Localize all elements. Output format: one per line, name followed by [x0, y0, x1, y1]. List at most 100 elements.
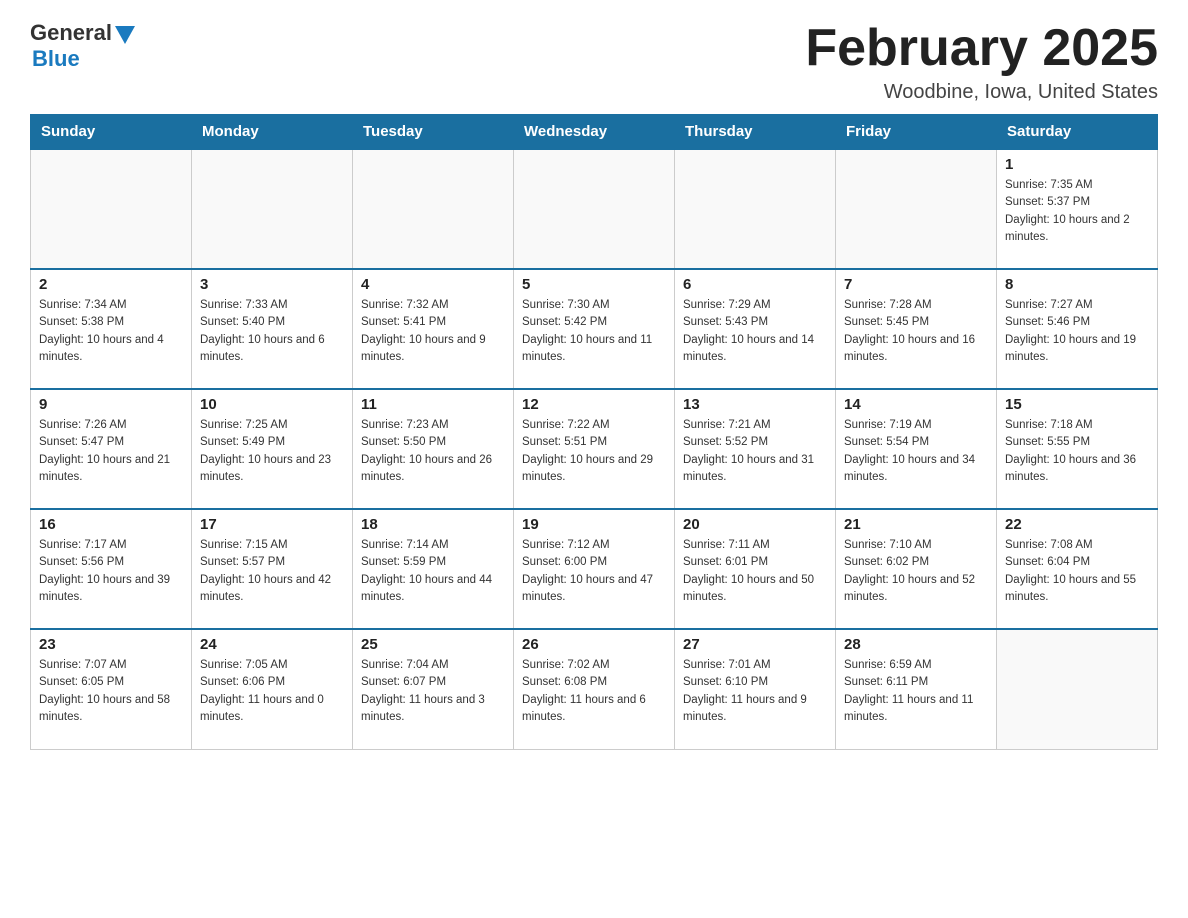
day-number: 5 [522, 276, 666, 293]
day-info: Sunrise: 7:21 AM Sunset: 5:52 PM Dayligh… [683, 417, 827, 486]
logo: General Blue [30, 20, 135, 72]
day-number: 20 [683, 516, 827, 533]
calendar-cell: 24Sunrise: 7:05 AM Sunset: 6:06 PM Dayli… [192, 629, 353, 749]
calendar-cell [997, 629, 1158, 749]
calendar-cell: 5 Sunrise: 7:30 AM Sunset: 5:42 PM Daylig… [514, 269, 675, 389]
day-info: Sunrise: 7:28 AM Sunset: 5:45 PM Dayligh… [844, 297, 988, 366]
calendar-cell [192, 149, 353, 269]
column-header-friday: Friday [836, 115, 997, 150]
calendar-cell: 12 Sunrise: 7:22 AM Sunset: 5:51 PM Dayli… [514, 389, 675, 509]
day-info: Sunrise: 7:29 AM Sunset: 5:43 PM Dayligh… [683, 297, 827, 366]
column-header-monday: Monday [192, 115, 353, 150]
day-info: Sunrise: 7:01 AM Sunset: 6:10 PM Dayligh… [683, 657, 827, 726]
day-number: 18 [361, 516, 505, 533]
day-info: Sunrise: 7:35 AM Sunset: 5:37 PM Dayligh… [1005, 177, 1149, 246]
calendar-cell: 11Sunrise: 7:23 AM Sunset: 5:50 PM Dayli… [353, 389, 514, 509]
day-info: Sunrise: 7:17 AM Sunset: 5:56 PM Dayligh… [39, 537, 183, 606]
day-info: Sunrise: 7:22 AM Sunset: 5:51 PM Dayligh… [522, 417, 666, 486]
day-number: 2 [39, 276, 183, 293]
calendar-cell [675, 149, 836, 269]
calendar-cell: 7 Sunrise: 7:28 AM Sunset: 5:45 PM Daylig… [836, 269, 997, 389]
calendar-cell: 28 Sunrise: 6:59 AM Sunset: 6:11 PM Dayli… [836, 629, 997, 749]
day-number: 19 [522, 516, 666, 533]
calendar-cell: 8Sunrise: 7:27 AM Sunset: 5:46 PM Daylig… [997, 269, 1158, 389]
day-info: Sunrise: 7:02 AM Sunset: 6:08 PM Dayligh… [522, 657, 666, 726]
day-number: 12 [522, 396, 666, 413]
calendar-cell: 20 Sunrise: 7:11 AM Sunset: 6:01 PM Dayli… [675, 509, 836, 629]
calendar-cell [353, 149, 514, 269]
week-row-3: 9 Sunrise: 7:26 AM Sunset: 5:47 PM Daylig… [31, 389, 1158, 509]
page-header: General Blue February 2025 Woodbine, Iow… [30, 20, 1158, 104]
calendar-header-row: SundayMondayTuesdayWednesdayThursdayFrid… [31, 115, 1158, 150]
week-row-5: 23 Sunrise: 7:07 AM Sunset: 6:05 PM Dayli… [31, 629, 1158, 749]
day-number: 22 [1005, 516, 1149, 533]
day-info: Sunrise: 7:30 AM Sunset: 5:42 PM Dayligh… [522, 297, 666, 366]
day-number: 23 [39, 636, 183, 653]
calendar-cell: 16 Sunrise: 7:17 AM Sunset: 5:56 PM Dayli… [31, 509, 192, 629]
day-info: Sunrise: 7:25 AM Sunset: 5:49 PM Dayligh… [200, 417, 344, 486]
logo-arrow-icon [115, 26, 135, 44]
day-info: Sunrise: 7:04 AM Sunset: 6:07 PM Dayligh… [361, 657, 505, 726]
day-info: Sunrise: 7:26 AM Sunset: 5:47 PM Dayligh… [39, 417, 183, 486]
day-number: 25 [361, 636, 505, 653]
day-info: Sunrise: 7:34 AM Sunset: 5:38 PM Dayligh… [39, 297, 183, 366]
day-number: 21 [844, 516, 988, 533]
calendar-cell: 23 Sunrise: 7:07 AM Sunset: 6:05 PM Dayli… [31, 629, 192, 749]
day-number: 28 [844, 636, 988, 653]
week-row-2: 2 Sunrise: 7:34 AM Sunset: 5:38 PM Daylig… [31, 269, 1158, 389]
day-number: 14 [844, 396, 988, 413]
calendar-cell: 25 Sunrise: 7:04 AM Sunset: 6:07 PM Dayli… [353, 629, 514, 749]
column-header-saturday: Saturday [997, 115, 1158, 150]
logo-blue-text: Blue [32, 46, 80, 72]
day-info: Sunrise: 7:08 AM Sunset: 6:04 PM Dayligh… [1005, 537, 1149, 606]
calendar-cell: 21 Sunrise: 7:10 AM Sunset: 6:02 PM Dayli… [836, 509, 997, 629]
calendar-title: February 2025 [805, 20, 1158, 77]
day-info: Sunrise: 7:14 AM Sunset: 5:59 PM Dayligh… [361, 537, 505, 606]
calendar-cell: 22 Sunrise: 7:08 AM Sunset: 6:04 PM Dayli… [997, 509, 1158, 629]
calendar-cell: 26 Sunrise: 7:02 AM Sunset: 6:08 PM Dayli… [514, 629, 675, 749]
calendar-cell: 13Sunrise: 7:21 AM Sunset: 5:52 PM Dayli… [675, 389, 836, 509]
day-number: 6 [683, 276, 827, 293]
day-number: 16 [39, 516, 183, 533]
day-number: 15 [1005, 396, 1149, 413]
column-header-thursday: Thursday [675, 115, 836, 150]
calendar-cell: 18 Sunrise: 7:14 AM Sunset: 5:59 PM Dayli… [353, 509, 514, 629]
calendar-cell: 14 Sunrise: 7:19 AM Sunset: 5:54 PM Dayli… [836, 389, 997, 509]
calendar-cell: 1 Sunrise: 7:35 AM Sunset: 5:37 PM Daylig… [997, 149, 1158, 269]
column-header-wednesday: Wednesday [514, 115, 675, 150]
calendar-cell: 17 Sunrise: 7:15 AM Sunset: 5:57 PM Dayli… [192, 509, 353, 629]
day-info: Sunrise: 7:10 AM Sunset: 6:02 PM Dayligh… [844, 537, 988, 606]
day-number: 26 [522, 636, 666, 653]
day-number: 1 [1005, 156, 1149, 173]
day-number: 8 [1005, 276, 1149, 293]
week-row-1: 1 Sunrise: 7:35 AM Sunset: 5:37 PM Daylig… [31, 149, 1158, 269]
title-block: February 2025 Woodbine, Iowa, United Sta… [805, 20, 1158, 104]
column-header-sunday: Sunday [31, 115, 192, 150]
day-info: Sunrise: 7:12 AM Sunset: 6:00 PM Dayligh… [522, 537, 666, 606]
day-info: Sunrise: 7:19 AM Sunset: 5:54 PM Dayligh… [844, 417, 988, 486]
day-info: Sunrise: 7:23 AM Sunset: 5:50 PM Dayligh… [361, 417, 505, 486]
calendar-cell: 9 Sunrise: 7:26 AM Sunset: 5:47 PM Daylig… [31, 389, 192, 509]
calendar-cell: 3 Sunrise: 7:33 AM Sunset: 5:40 PM Daylig… [192, 269, 353, 389]
calendar-cell: 19 Sunrise: 7:12 AM Sunset: 6:00 PM Dayli… [514, 509, 675, 629]
day-info: Sunrise: 6:59 AM Sunset: 6:11 PM Dayligh… [844, 657, 988, 726]
day-info: Sunrise: 7:18 AM Sunset: 5:55 PM Dayligh… [1005, 417, 1149, 486]
week-row-4: 16 Sunrise: 7:17 AM Sunset: 5:56 PM Dayli… [31, 509, 1158, 629]
day-info: Sunrise: 7:32 AM Sunset: 5:41 PM Dayligh… [361, 297, 505, 366]
day-number: 9 [39, 396, 183, 413]
day-number: 27 [683, 636, 827, 653]
column-header-tuesday: Tuesday [353, 115, 514, 150]
calendar-cell: 15 Sunrise: 7:18 AM Sunset: 5:55 PM Dayli… [997, 389, 1158, 509]
calendar-cell [836, 149, 997, 269]
day-info: Sunrise: 7:11 AM Sunset: 6:01 PM Dayligh… [683, 537, 827, 606]
logo-general-text: General [30, 20, 112, 46]
calendar-cell: 2 Sunrise: 7:34 AM Sunset: 5:38 PM Daylig… [31, 269, 192, 389]
day-info: Sunrise: 7:33 AM Sunset: 5:40 PM Dayligh… [200, 297, 344, 366]
calendar-location: Woodbine, Iowa, United States [805, 81, 1158, 104]
day-number: 7 [844, 276, 988, 293]
day-info: Sunrise: 7:15 AM Sunset: 5:57 PM Dayligh… [200, 537, 344, 606]
day-number: 17 [200, 516, 344, 533]
day-info: Sunrise: 7:07 AM Sunset: 6:05 PM Dayligh… [39, 657, 183, 726]
day-number: 10 [200, 396, 344, 413]
day-number: 3 [200, 276, 344, 293]
